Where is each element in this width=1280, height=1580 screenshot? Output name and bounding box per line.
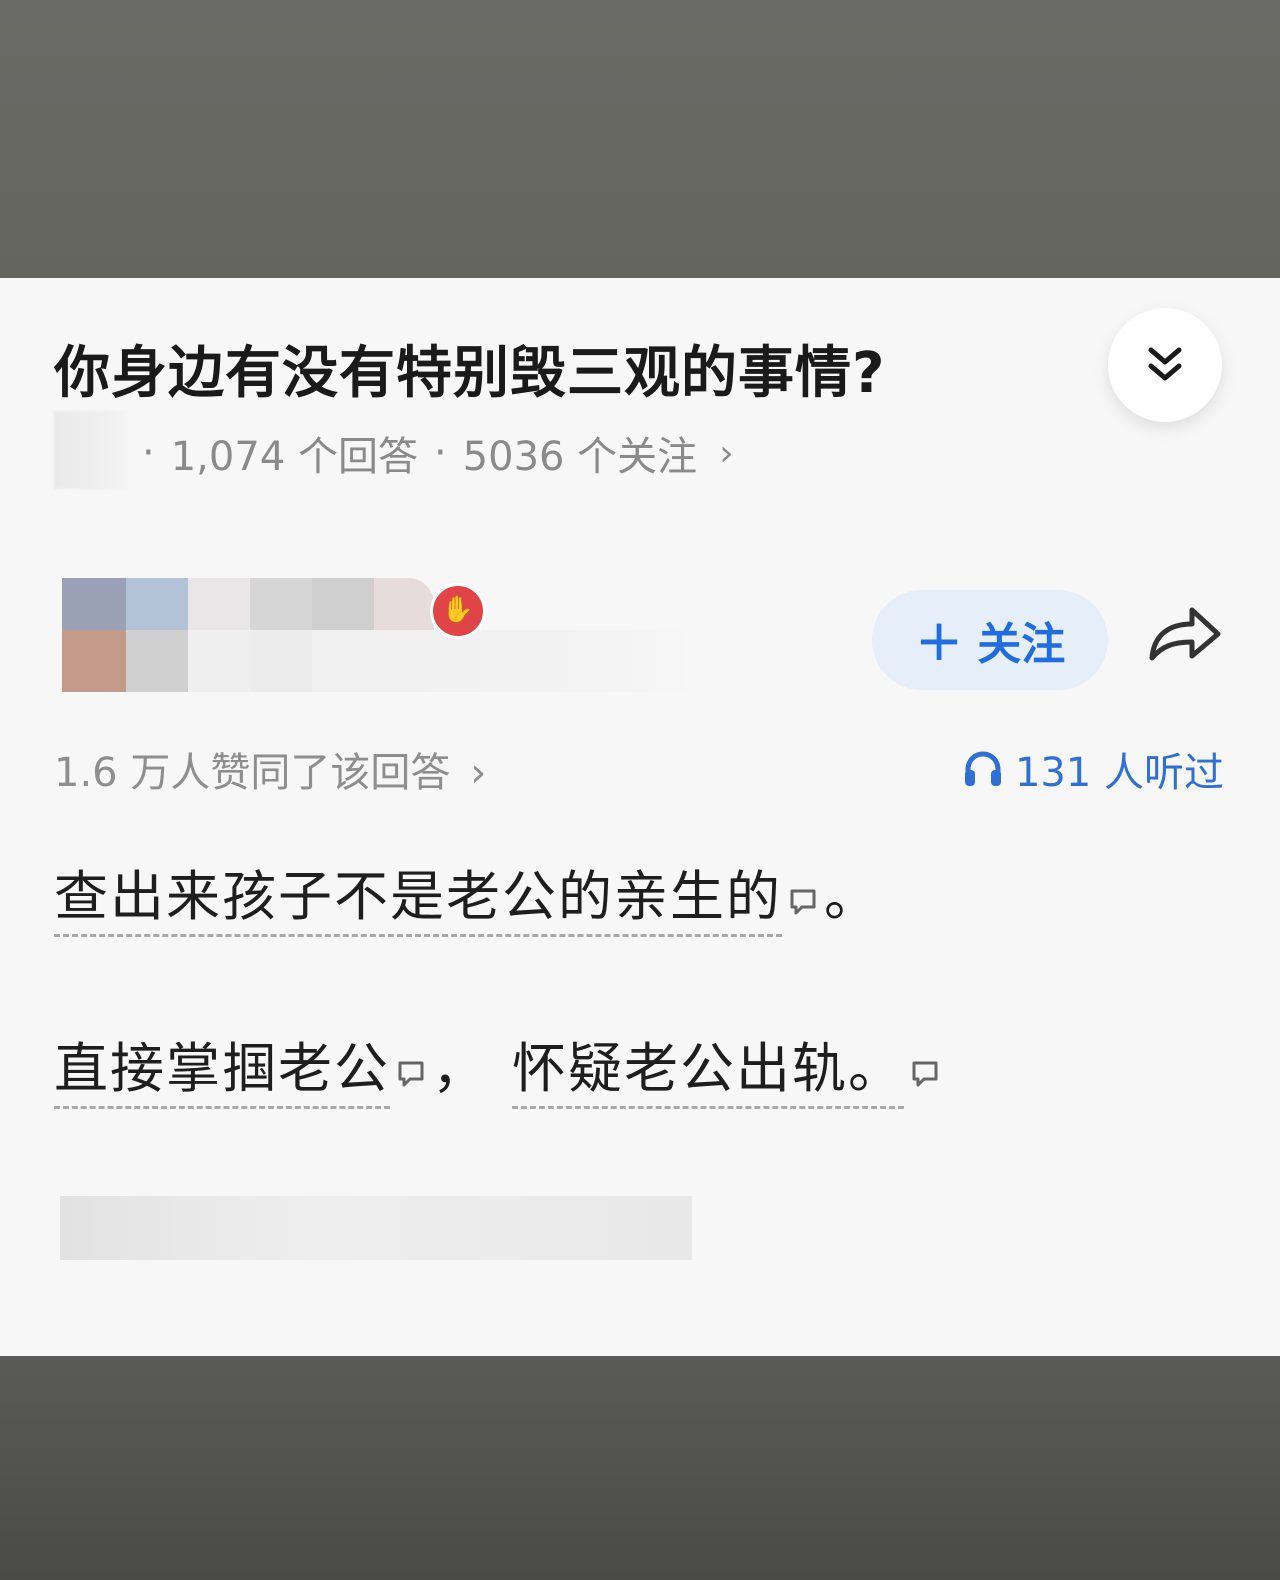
annotated-text[interactable]: 怀疑老公出轨。 [512,1037,904,1109]
chevron-right-icon: › [470,750,487,796]
share-arrow-icon[interactable] [1146,604,1224,664]
question-meta[interactable]: · 1,074 个回答 · 5036 个关注 › [54,411,734,489]
answer-paragraph-1: 查出来孩子不是老公的亲生的。 [54,852,880,937]
annotated-text[interactable]: 查出来孩子不是老公的亲生的 [54,865,782,937]
sentence-end: 。 [824,865,880,928]
listen-count[interactable]: 131 人听过 [963,740,1224,798]
blurred-edit-info [60,1196,692,1260]
upvotes-count: 1.6 万人赞同了该回答 [54,750,451,796]
comma: ， [432,1037,488,1100]
followers-count: 5036 个关注 [462,434,698,480]
upvote-summary[interactable]: 1.6 万人赞同了该回答 › [54,740,486,798]
listens-label: 131 人听过 [1014,750,1224,796]
chevron-right-icon: › [719,432,734,474]
separator-dot: · [142,430,155,476]
follow-label: 关注 [977,619,1066,670]
author-row: ✋ + 关注 [20,568,1280,698]
plus-icon: + [914,606,964,674]
comment-bubble-icon[interactable] [788,887,818,917]
answer-paragraph-2: 直接掌掴老公 ， 怀疑老公出轨。 [54,1024,946,1109]
background-bottom [0,1356,1280,1580]
follow-button[interactable]: + 关注 [872,590,1108,690]
stats-row: 1.6 万人赞同了该回答 › 131 人听过 [54,740,1224,796]
collapse-button[interactable] [1108,308,1222,422]
annotated-text[interactable]: 直接掌掴老公 [54,1037,390,1109]
double-chevron-down-icon [1148,347,1182,381]
comment-bubble-icon[interactable] [396,1059,426,1089]
blurred-topic [54,411,126,489]
answers-count: 1,074 个回答 [170,434,418,480]
question-title[interactable]: 你身边有没有特别毁三观的事情? [54,328,1054,409]
background-top [0,0,1280,278]
separator-dot: · [433,430,447,476]
comment-bubble-icon[interactable] [910,1059,940,1089]
answer-card: 你身边有没有特别毁三观的事情? · 1,074 个回答 · 5036 个关注 › [0,278,1280,1356]
headphones-icon [964,751,1001,786]
thumbs-up-badge-icon: ✋ [430,583,486,639]
